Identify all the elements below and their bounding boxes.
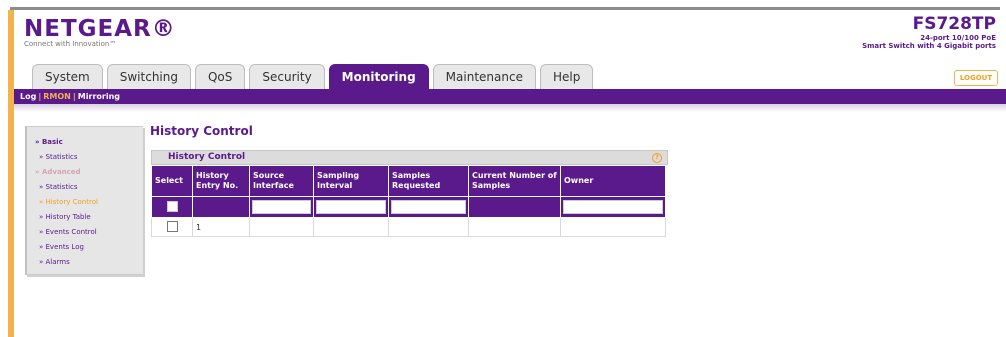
entry-row bbox=[151, 196, 666, 218]
panel-title: History Control bbox=[168, 152, 246, 162]
top-rule bbox=[10, 7, 1000, 10]
sub-nav: Log | RMON | Mirroring bbox=[14, 89, 1006, 104]
model-desc-1: 24-port 10/100 PoE bbox=[920, 34, 996, 42]
col-sampling-interval: Sampling Interval bbox=[313, 165, 389, 197]
source-interface-input[interactable] bbox=[252, 200, 311, 214]
col-samples-requested: Samples Requested bbox=[388, 165, 469, 197]
table-row: 1 bbox=[151, 217, 666, 237]
netgear-logo: NETGEAR® Connect with Innovation™ bbox=[24, 16, 176, 48]
tab-help[interactable]: Help bbox=[539, 64, 594, 89]
tab-monitoring[interactable]: Monitoring bbox=[328, 64, 429, 89]
sidebar-advanced[interactable]: » Advanced bbox=[27, 165, 143, 180]
col-select: Select bbox=[151, 165, 193, 197]
subnav-separator: | bbox=[72, 92, 76, 101]
left-border bbox=[8, 10, 14, 337]
sampling-interval-input[interactable] bbox=[316, 200, 386, 214]
col-source-interface: Source Interface bbox=[249, 165, 314, 197]
subnav-mirroring[interactable]: Mirroring bbox=[78, 92, 120, 101]
sidebar-item-statistics[interactable]: » Statistics bbox=[27, 150, 143, 165]
sidebar-item-alarms[interactable]: » Alarms bbox=[27, 255, 143, 270]
sidebar-item-events-log[interactable]: » Events Log bbox=[27, 240, 143, 255]
sidebar-item-adv-statistics[interactable]: » Statistics bbox=[27, 180, 143, 195]
row-select-checkbox[interactable] bbox=[166, 220, 178, 232]
col-owner: Owner bbox=[560, 165, 666, 197]
sidebar: » Basic » Statistics » Advanced » Statis… bbox=[25, 126, 143, 275]
subnav-rmon[interactable]: RMON bbox=[43, 92, 71, 101]
owner-input[interactable] bbox=[563, 200, 663, 214]
model-info: FS728TP 24-port 10/100 PoE Smart Switch … bbox=[862, 14, 996, 50]
brand-name: NETGEAR® bbox=[24, 16, 176, 42]
tab-maintenance[interactable]: Maintenance bbox=[432, 64, 536, 89]
tab-qos[interactable]: QoS bbox=[194, 64, 246, 89]
tab-security[interactable]: Security bbox=[249, 64, 325, 89]
sidebar-item-history-table[interactable]: » History Table bbox=[27, 210, 143, 225]
main-tabs: System Switching QoS Security Monitoring… bbox=[32, 64, 594, 89]
tab-switching[interactable]: Switching bbox=[106, 64, 191, 89]
history-entry-value: 1 bbox=[192, 217, 250, 237]
model-name: FS728TP bbox=[912, 14, 996, 34]
col-history-entry: History Entry No. bbox=[192, 165, 250, 197]
sidebar-item-history-control[interactable]: » History Control bbox=[27, 195, 143, 210]
help-icon[interactable]: ? bbox=[652, 153, 662, 163]
model-desc-2: Smart Switch with 4 Gigabit ports bbox=[862, 42, 996, 50]
history-control-table: Select History Entry No. Source Interfac… bbox=[151, 165, 666, 237]
page-title: History Control bbox=[150, 124, 253, 138]
tab-system[interactable]: System bbox=[32, 64, 103, 89]
select-all-checkbox[interactable] bbox=[166, 200, 178, 212]
logout-button[interactable]: LOGOUT bbox=[954, 70, 998, 86]
sidebar-item-events-control[interactable]: » Events Control bbox=[27, 225, 143, 240]
panel-header: History Control ? bbox=[151, 150, 668, 165]
sidebar-basic[interactable]: » Basic bbox=[27, 135, 143, 150]
subnav-log[interactable]: Log bbox=[20, 92, 36, 101]
col-current-samples: Current Number of Samples bbox=[468, 165, 561, 197]
samples-requested-input[interactable] bbox=[391, 200, 466, 214]
subnav-shade bbox=[14, 104, 1006, 112]
